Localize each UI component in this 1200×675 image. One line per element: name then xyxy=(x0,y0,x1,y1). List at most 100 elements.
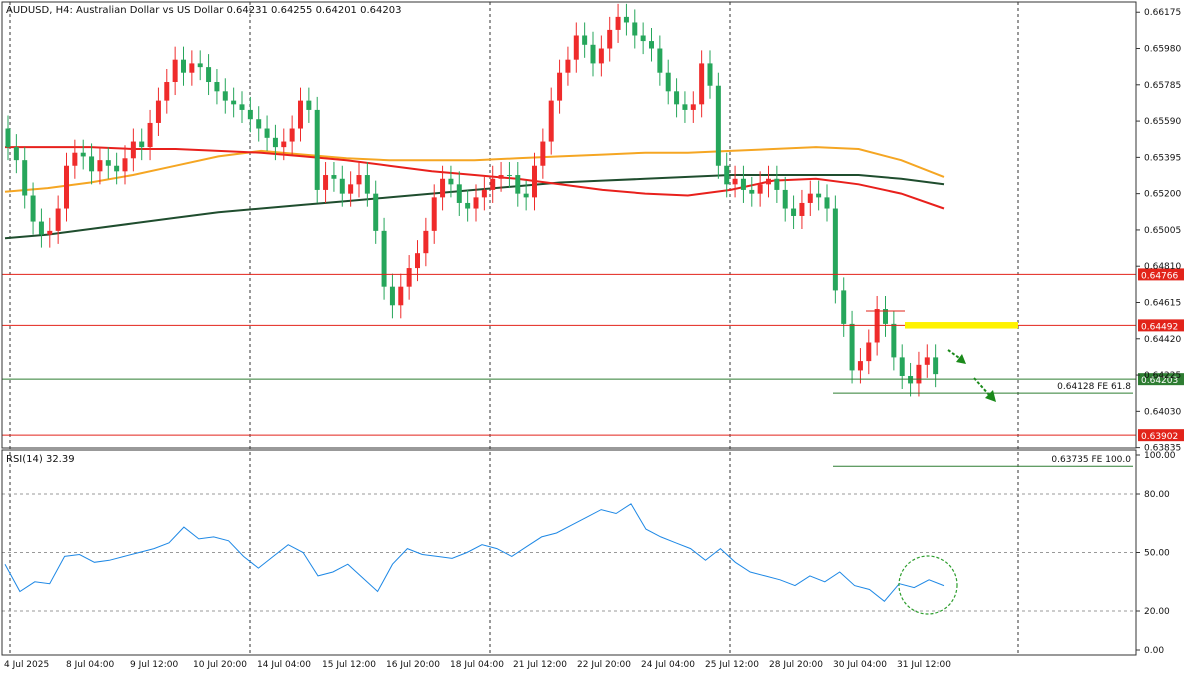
candle-body xyxy=(130,141,136,159)
candle-body xyxy=(181,59,186,73)
candle-body xyxy=(164,82,170,101)
candle-body xyxy=(423,230,429,254)
x-tick-label: 9 Jul 12:00 xyxy=(130,660,179,670)
candle-body xyxy=(197,63,203,68)
candle-body xyxy=(690,104,696,110)
candle-body xyxy=(774,178,780,190)
candle-body xyxy=(465,202,471,209)
candle-body xyxy=(456,184,462,203)
y-tick-label: 0.65200 xyxy=(1144,190,1181,200)
candle-body xyxy=(682,104,688,110)
candle-body xyxy=(13,147,19,161)
candle-body xyxy=(331,175,337,179)
candle-body xyxy=(498,175,504,179)
candle-body xyxy=(632,22,638,36)
candle-body xyxy=(38,221,44,235)
x-tick-label: 15 Jul 12:00 xyxy=(322,660,376,670)
candle-body xyxy=(114,165,120,172)
y-tick-label: 0.64225 xyxy=(1144,371,1181,381)
candle-body xyxy=(189,63,195,73)
candle-body xyxy=(147,122,153,148)
candle-body xyxy=(715,85,721,166)
x-tick-label: 14 Jul 04:00 xyxy=(257,660,311,670)
candle-body xyxy=(891,323,897,358)
candle-body xyxy=(665,72,671,92)
candles xyxy=(5,3,939,397)
candle-body xyxy=(908,375,914,384)
candle-body xyxy=(247,109,253,120)
x-tick-label: 31 Jul 12:00 xyxy=(897,660,951,670)
candle-body xyxy=(172,59,178,83)
arrow-head xyxy=(985,390,996,402)
candle-body xyxy=(139,141,145,148)
x-tick-label: 24 Jul 04:00 xyxy=(641,660,695,670)
price-tag-label: 0.64766 xyxy=(1141,271,1178,281)
chart-title: AUDUSD, H4: Australian Dollar vs US Doll… xyxy=(6,5,401,16)
candle-body xyxy=(857,361,863,371)
yellow-zone xyxy=(905,322,1018,329)
candle-body xyxy=(799,202,805,216)
candle-body xyxy=(55,208,61,231)
candle-body xyxy=(440,178,446,198)
y-tick-label: 0.64810 xyxy=(1144,262,1181,272)
candle-body xyxy=(565,59,571,73)
candle-body xyxy=(766,178,771,185)
candle-body xyxy=(607,29,613,49)
fib-label: 0.63735 FE 100.0 xyxy=(1051,455,1131,465)
y-tick-label: 0.64420 xyxy=(1144,335,1181,345)
candle-body xyxy=(749,189,755,194)
moving-averages xyxy=(4,146,945,240)
candle-body xyxy=(314,109,320,190)
candle-body xyxy=(590,44,596,64)
candle-body xyxy=(598,48,604,64)
horizontal-levels: 0.647660.644920.639020.642030.64128 FE 6… xyxy=(2,268,1184,467)
highlight-circle xyxy=(898,555,958,615)
candle-body xyxy=(89,156,95,172)
time-axis: 4 Jul 2025 8 Jul 04:00 9 Jul 12:00 10 Jul 2… xyxy=(4,660,951,670)
candle-body xyxy=(272,137,278,148)
candle-body xyxy=(373,193,379,231)
candle-body xyxy=(640,35,646,42)
x-tick-label: 21 Jul 12:00 xyxy=(513,660,567,670)
candle-body xyxy=(323,175,329,190)
ma-orange-line xyxy=(4,146,945,193)
candle-body xyxy=(206,67,212,83)
rsi-tick-label: 20.00 xyxy=(1144,607,1170,617)
candle-body xyxy=(5,128,11,148)
candle-body xyxy=(582,35,588,45)
rsi-tick-label: 50.00 xyxy=(1144,549,1170,559)
candle-body xyxy=(532,165,537,198)
candle-body xyxy=(540,141,546,166)
candle-body xyxy=(548,100,554,142)
x-tick-label: 10 Jul 20:00 xyxy=(193,660,247,670)
candle-body xyxy=(398,286,404,306)
x-tick-label: 22 Jul 20:00 xyxy=(577,660,631,670)
y-tick-label: 0.65395 xyxy=(1144,153,1181,163)
candle-body xyxy=(281,141,287,148)
candle-body xyxy=(757,184,763,194)
rsi-tick-label: 100.00 xyxy=(1144,451,1176,461)
candle-body xyxy=(289,128,295,142)
y-tick-label: 0.65980 xyxy=(1144,45,1181,55)
y-tick-label: 0.65005 xyxy=(1144,226,1181,236)
candle-body xyxy=(298,100,303,129)
candle-body xyxy=(824,197,830,209)
candle-body xyxy=(155,100,161,123)
x-tick-label: 8 Jul 04:00 xyxy=(66,660,115,670)
price-chart[interactable]: 0.647660.644920.639020.642030.64128 FE 6… xyxy=(0,0,1200,675)
candle-body xyxy=(47,230,53,235)
candle-body xyxy=(707,63,713,86)
candle-body xyxy=(623,16,629,23)
candle-body xyxy=(782,189,788,209)
candle-body xyxy=(866,342,872,362)
candle-body xyxy=(816,193,822,198)
candle-body xyxy=(573,35,579,60)
x-tick-label: 28 Jul 20:00 xyxy=(769,660,823,670)
vertical-gridlines xyxy=(9,2,1019,655)
price-tag-label: 0.63902 xyxy=(1141,432,1178,442)
candle-body xyxy=(339,178,345,194)
candle-body xyxy=(473,197,479,209)
candle-body xyxy=(674,91,680,105)
candle-body xyxy=(97,160,103,172)
price-axis: 0.66175 0.65980 0.65785 0.65590 0.65395 0.652… xyxy=(1136,8,1181,454)
